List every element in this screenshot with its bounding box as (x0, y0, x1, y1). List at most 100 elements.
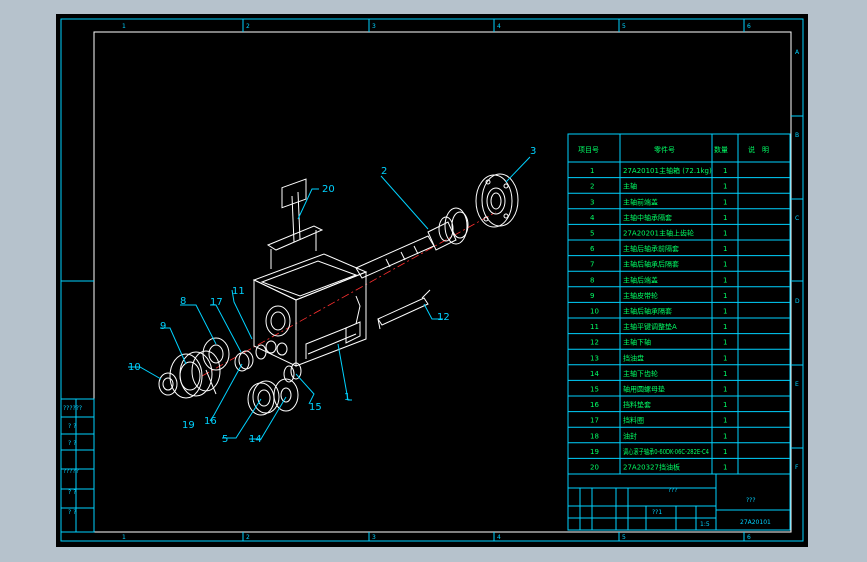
callout-3: 3 (530, 146, 536, 157)
bom-row-part: 挡料垫套 (623, 400, 651, 409)
bom-row-part: 主轴后轴承隔套 (623, 307, 672, 316)
zone-number: 6 (747, 23, 751, 30)
border-zones-top: 1 2 3 4 5 6 (122, 19, 751, 32)
zone-number: 5 (622, 534, 626, 541)
callout-5: 5 (222, 434, 228, 445)
bom-row-part: 主轴中轴承隔套 (623, 213, 672, 222)
bom-row-qty: 1 (723, 261, 727, 269)
sheet-number: ??1 (652, 509, 662, 516)
bom-row-qty: 1 (723, 401, 727, 409)
bom-row-no: 14 (590, 370, 599, 378)
leader-lines (128, 156, 531, 440)
left-block-text: ? ? (68, 489, 76, 496)
callout-20: 20 (322, 184, 335, 195)
bom-row-qty: 1 (723, 448, 727, 456)
bom-row-no: 16 (590, 401, 599, 409)
bom-row-part: 油封 (623, 431, 637, 440)
bom-row-no: 1 (590, 167, 594, 175)
title-block: ??? ??? 27A20101 ??1 1:5 (567, 473, 791, 531)
bom-row-no: 3 (590, 198, 594, 206)
bom-row-no: 8 (590, 276, 594, 284)
callout-10: 10 (128, 362, 141, 373)
bom-row-no: 10 (590, 308, 599, 316)
bom-row-no: 2 (590, 183, 594, 191)
bom-header-qty: 数量 (714, 145, 728, 154)
bom-header-note: 说 明 (748, 145, 769, 154)
bom-row-part: 主轴前端盖 (623, 197, 658, 206)
bom-row-qty: 1 (723, 432, 727, 440)
zone-number: 2 (246, 23, 250, 30)
scale: 1:5 (700, 521, 710, 528)
zone-number: 3 (372, 23, 376, 30)
callout-15: 15 (309, 402, 322, 413)
zone-number: 4 (497, 534, 501, 541)
bom-row-part: 主轴平键调整垫A (623, 322, 677, 331)
exploded-assembly: 1 2 3 5 8 9 10 11 12 14 15 16 17 19 20 (128, 146, 536, 445)
left-block-text: ????? (63, 468, 79, 475)
zone-letter: C (795, 215, 799, 222)
bom-row-no: 17 (590, 417, 599, 425)
bom-row-qty: 1 (723, 354, 727, 362)
zone-number: 4 (497, 23, 501, 30)
bom-row-qty: 1 (723, 276, 727, 284)
zone-number: 3 (372, 534, 376, 541)
callout-17: 17 (210, 297, 223, 308)
callout-14: 14 (249, 434, 262, 445)
cad-viewport[interactable]: 1 2 3 4 5 6 1 2 3 4 5 6 A B C D E F ????… (56, 14, 808, 547)
bom-table: 项目号 零件号 数量 说 明 1 27A20101主轴箱 (72.1kg) 12 主轴… (567, 133, 791, 475)
bom-row-part: 调心滚子轴承0-60DK-06C-282E-C4 (623, 447, 709, 456)
bom-row-qty: 1 (723, 308, 727, 316)
callout-1: 1 (344, 392, 350, 403)
zone-number: 2 (246, 534, 250, 541)
callout-19: 19 (182, 420, 195, 431)
bom-row-part: 主轴后端盖 (623, 275, 658, 284)
bom-row-part: 主轴下轴 (623, 338, 651, 347)
border-zones-right: A B C D E F (791, 49, 803, 471)
left-revision-block: ?????? ? ? ? ? ????? ? ? ? ? (60, 398, 95, 533)
title-company: ??? (746, 497, 756, 504)
bom-header-part: 零件号 (654, 145, 675, 154)
left-block-text: ? ? (68, 423, 76, 430)
bom-row-qty: 1 (723, 464, 727, 472)
bom-row-part: 挡油盘 (623, 353, 644, 362)
drawing-canvas: 1 2 3 4 5 6 1 2 3 4 5 6 A B C D E F ????… (60, 18, 804, 542)
bom-row-qty: 1 (723, 417, 727, 425)
bom-row-part: 主轴下齿轮 (623, 369, 658, 378)
bom-row-no: 7 (590, 261, 594, 269)
zone-number: 1 (122, 534, 126, 541)
pulley-group (158, 337, 230, 399)
left-block-text: ?????? (63, 405, 82, 412)
bom-row-qty: 1 (723, 198, 727, 206)
bom-row-part: 27A20101主轴箱 (72.1kg) (623, 166, 712, 175)
callout-11: 11 (232, 286, 245, 297)
bom-row-qty: 1 (723, 183, 727, 191)
zone-letter: A (795, 49, 800, 56)
bom-row-qty: 1 (723, 339, 727, 347)
bom-row-qty: 1 (723, 214, 727, 222)
zone-letter: B (795, 132, 799, 139)
zone-number: 1 (122, 23, 126, 30)
bom-row-qty: 1 (723, 245, 727, 253)
bom-row-qty: 1 (723, 167, 727, 175)
bom-row-no: 9 (590, 292, 594, 300)
bom-row-no: 13 (590, 354, 599, 362)
zone-number: 6 (747, 534, 751, 541)
bom-row-part: 主轴 (623, 182, 637, 191)
bom-row-no: 19 (590, 448, 599, 456)
bom-row-part: 27A20201主轴上齿轮 (623, 229, 694, 238)
bom-row-part: 轴用圆螺母垫 (623, 385, 665, 394)
zone-number: 5 (622, 23, 626, 30)
left-block-text: ? ? (68, 440, 76, 447)
bom-row-no: 15 (590, 386, 599, 394)
bom-row-part: 主轴后轴承前隔套 (623, 244, 679, 253)
bom-row-no: 6 (590, 245, 595, 253)
bom-row-no: 11 (590, 323, 599, 331)
bom-row-no: 18 (590, 432, 599, 440)
bom-row-part: 27A20327挡油板 (623, 463, 680, 472)
inner-border (93, 31, 792, 533)
title-center-text: ??? (668, 487, 678, 494)
callout-9: 9 (160, 321, 166, 332)
bom-row-qty: 1 (723, 323, 727, 331)
zone-letter: E (795, 381, 799, 388)
bom-row-qty: 1 (723, 230, 727, 238)
